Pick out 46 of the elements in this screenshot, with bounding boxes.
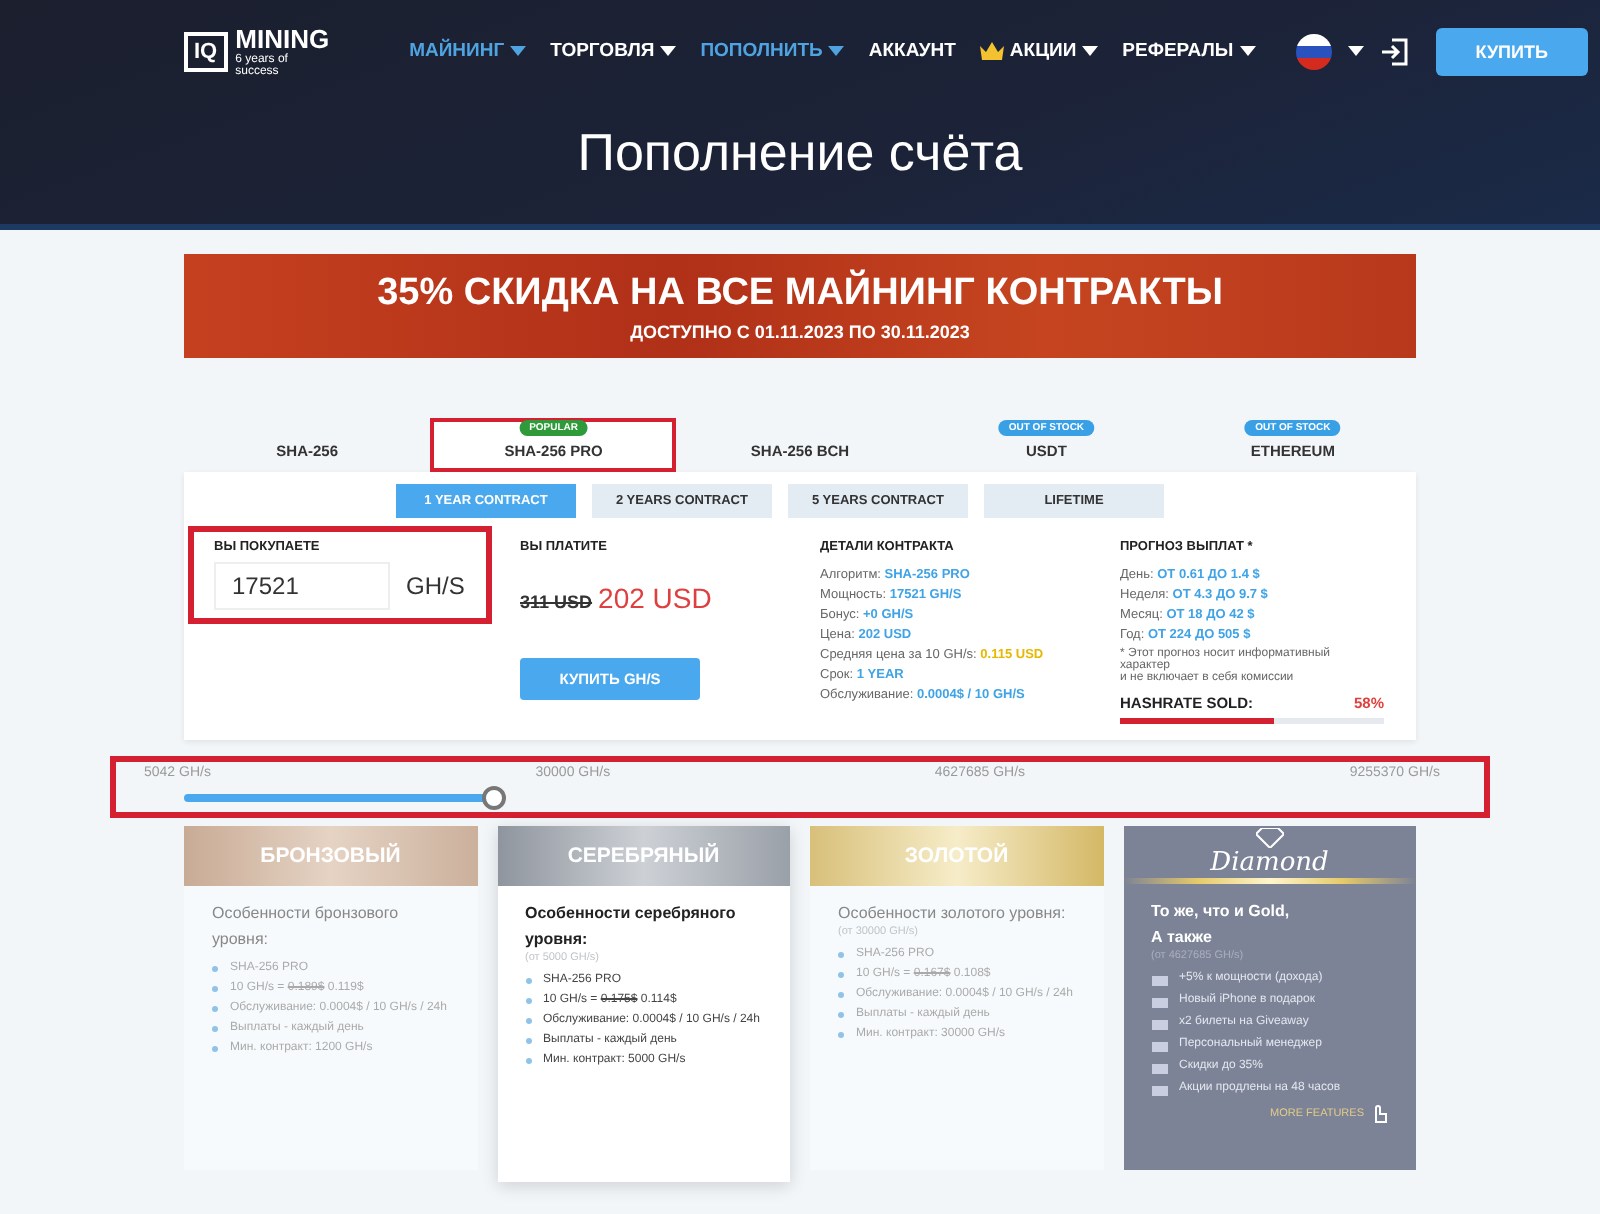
tier-title: БРОНЗОВЫЙ xyxy=(260,844,401,868)
nav-link[interactable]: ТОРГОВЛЯ xyxy=(550,40,677,62)
bullet-icon xyxy=(525,1058,531,1064)
promo-banner[interactable]: 35% СКИДКА НА ВСЕ МАЙНИНГ КОНТРАКТЫ ДОСТУПНО С 01.11.2023 ПО 30.11.2023 xyxy=(184,254,1416,358)
banner-subline: ДОСТУПНО С 01.11.2023 ПО 30.11.2023 xyxy=(630,321,970,341)
tier-title: ЗОЛОТОЙ xyxy=(904,844,1009,868)
tier-title: СЕРЕБРЯНЫЙ xyxy=(567,844,720,868)
tier-heading: Особенности золотого уровня: xyxy=(838,902,1068,926)
logo-chip-icon[interactable]: IQ xyxy=(184,31,228,71)
nav-link[interactable]: АККАУНТ xyxy=(868,40,956,62)
login-icon[interactable] xyxy=(1379,37,1408,65)
nav-link[interactable]: ПОПОЛНИТЬ xyxy=(700,40,845,62)
nav-link[interactable]: МАЙНИНГ xyxy=(409,40,527,62)
tier-title: Diamond xyxy=(1210,847,1329,877)
bullet-icon xyxy=(838,992,844,998)
diamond-icon xyxy=(1255,827,1284,847)
banner-headline: 35% СКИДКА НА ВСЕ МАЙНИНГ КОНТРАКТЫ xyxy=(377,271,1223,315)
bullet-icon xyxy=(212,1026,218,1032)
hashrate-input[interactable]: 17521 xyxy=(214,562,390,610)
bullet-icon xyxy=(838,972,844,978)
bullet-icon xyxy=(838,1012,844,1018)
bullet-icon xyxy=(212,1006,218,1012)
bullet-icon xyxy=(838,1032,844,1038)
bullet-icon xyxy=(525,978,531,984)
bullet-icon xyxy=(525,998,531,1004)
price: 202 USD xyxy=(598,582,712,614)
tier-heading: Особенности бронзового уровня: xyxy=(212,902,401,952)
bullet-icon xyxy=(212,966,218,972)
flag-icon[interactable] xyxy=(1295,33,1332,69)
nav-link[interactable]: РЕФЕРАЛЫ xyxy=(1122,40,1256,62)
bullet-icon xyxy=(838,952,844,958)
bullet-icon xyxy=(212,1046,218,1052)
bullet-icon xyxy=(525,1018,531,1024)
unit-label: GH/S xyxy=(406,572,465,600)
tier-heading: А также xyxy=(1151,926,1214,950)
bullet-icon xyxy=(212,986,218,992)
nav-link[interactable]: АКЦИИ xyxy=(979,40,1099,62)
tier-heading: То же, что и Gold, xyxy=(1151,900,1292,924)
slider-thumb[interactable] xyxy=(481,786,505,810)
tier-heading: Особенности серебряного уровня: xyxy=(525,902,738,952)
logo-name: MINING xyxy=(235,24,330,54)
page-title: Пополнение счёта xyxy=(575,122,1025,184)
bullet-icon xyxy=(525,1038,531,1044)
caret-icon[interactable] xyxy=(1347,46,1364,56)
old-price: 311 USD xyxy=(520,592,593,612)
crown-icon xyxy=(979,42,1004,60)
